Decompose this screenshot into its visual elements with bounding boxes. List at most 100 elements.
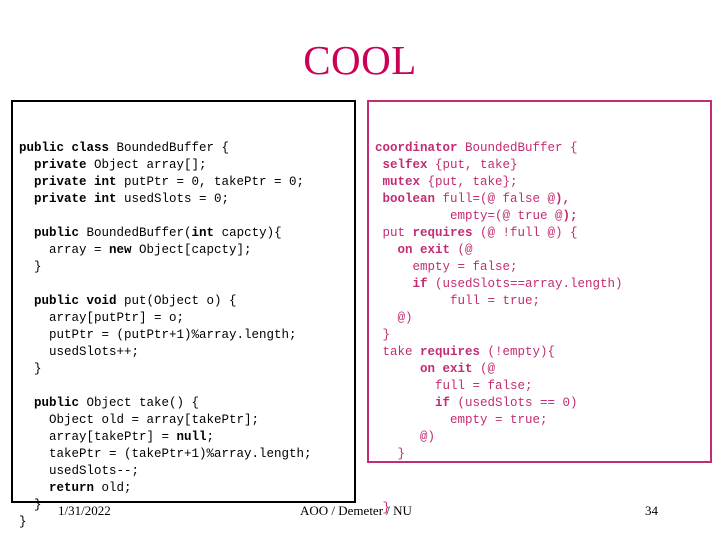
code-keyword: requires [412,226,473,240]
code-line: @) [375,429,710,446]
code-line: public Object take() { [19,395,354,412]
code-line: on exit (@ [375,361,710,378]
code-keyword: requires [420,345,481,359]
code-line: full = false; [375,378,710,395]
code-text: (@ !full @) { [472,226,578,240]
code-text: Object take() { [79,396,200,410]
code-text: array[putPtr] = o; [19,311,185,325]
code-line: if (usedSlots==array.length) [375,276,710,293]
code-line: } [19,259,354,276]
code-line: empty = true; [375,412,710,429]
code-text: empty=(@ true @ [375,209,563,223]
code-line: public void put(Object o) { [19,293,354,310]
code-text: } [19,260,42,274]
cool-code-block: coordinator BoundedBuffer { selfex {put,… [375,140,710,463]
code-line: if (usedSlots == 0) [375,395,710,412]
code-keyword: boolean [375,192,436,206]
code-line: public BoundedBuffer(int capcty){ [19,225,354,242]
code-line: empty = false; [375,259,710,276]
code-line: array[takePtr] = null; [19,429,354,446]
code-line: selfex {put, take} [375,157,710,174]
code-line: private Object array[]; [19,157,354,174]
code-text: (@ [450,243,473,257]
java-code-panel: public class BoundedBuffer { private Obj… [11,100,356,529]
code-text: (@ [472,362,496,376]
code-text: } [19,362,42,376]
code-keyword: int [191,226,215,240]
footer-date: 1/31/2022 [58,503,111,518]
code-line: full = true; [375,293,710,310]
code-text: empty = false; [375,260,518,274]
code-line: array = new Object[capcty]; [19,242,354,259]
code-text: usedSlots--; [19,464,140,478]
code-line: public class BoundedBuffer { [19,140,354,157]
code-line: usedSlots--; [19,463,354,480]
code-line: } [19,361,354,378]
code-text: BoundedBuffer { [109,141,230,155]
code-line: empty=(@ true @); [375,208,710,225]
code-text: } [375,447,406,461]
code-text: putPtr = (putPtr+1)%array.length; [19,328,297,342]
code-text: old; [94,481,132,495]
code-line: } [375,500,712,517]
java-code-block: public class BoundedBuffer { private Obj… [19,140,354,531]
code-keyword: on exit [397,243,451,257]
code-text: put(Object o) { [116,294,237,308]
code-text: usedSlots++; [19,345,140,359]
code-text: {put, take} [427,158,518,172]
code-text: array = [19,243,110,257]
code-text: take [375,345,421,359]
code-keyword: public [19,396,80,410]
code-text: full=(@ false @ [435,192,556,206]
code-keyword: return [49,481,95,495]
code-line: mutex {put, take}; [375,174,710,191]
code-text: } [19,515,27,529]
code-text: Object old = array[takePtr]; [19,413,260,427]
code-keyword: ), [555,192,571,206]
code-line: private int putPtr = 0, takePtr = 0; [19,174,354,191]
code-keyword: on exit [420,362,473,376]
code-text: array[takePtr] = [19,430,177,444]
code-line: @) [375,310,710,327]
code-line: putPtr = (putPtr+1)%array.length; [19,327,354,344]
code-keyword: null [176,430,207,444]
code-text: BoundedBuffer( [79,226,192,240]
code-text: @) [375,430,436,444]
code-keyword: public void [19,294,117,308]
code-line: } [375,327,710,344]
code-text: empty = true; [375,413,548,427]
code-keyword: coordinator [375,141,458,155]
code-keyword: selfex [375,158,428,172]
code-text: } [19,498,42,512]
code-keyword: new [109,243,132,257]
code-line: return old; [19,480,354,497]
code-text: (usedSlots==array.length) [427,277,623,291]
page-title: COOL [303,37,417,83]
code-text: full = false; [375,379,533,393]
code-keyword: private int [19,175,117,189]
code-line: put requires (@ !full @) { [375,225,710,242]
footer-attribution: AOO / Demeter / NU [300,503,412,518]
code-text: ; [206,430,215,444]
code-line: takePtr = (takePtr+1)%array.length; [19,446,354,463]
code-text: usedSlots = 0; [116,192,230,206]
code-keyword: ); [562,209,578,223]
code-line: coordinator BoundedBuffer { [375,140,710,157]
code-keyword: mutex [375,175,421,189]
code-line: private int usedSlots = 0; [19,191,354,208]
code-keyword: public [19,226,80,240]
code-keyword: if [412,277,428,291]
code-text: {put, take}; [420,175,518,189]
code-keyword: public class [19,141,110,155]
code-text: BoundedBuffer { [457,141,578,155]
code-text: capcty){ [214,226,282,240]
code-text: Object array[]; [86,158,207,172]
code-line: Object old = array[takePtr]; [19,412,354,429]
code-line: usedSlots++; [19,344,354,361]
